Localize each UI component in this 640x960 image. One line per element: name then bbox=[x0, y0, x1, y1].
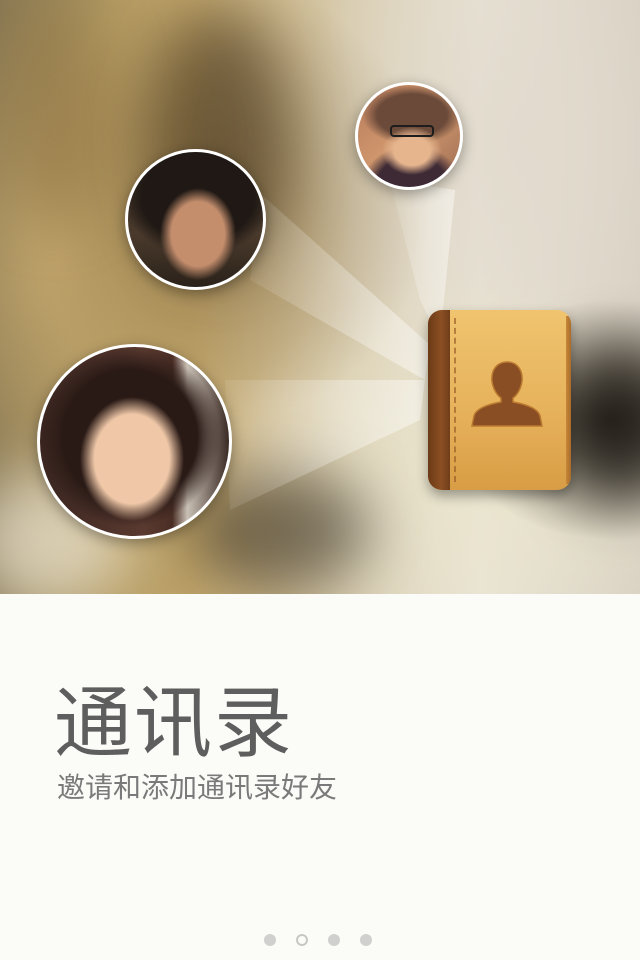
glasses-detail bbox=[390, 125, 434, 137]
person-silhouette-icon bbox=[471, 361, 543, 427]
book-stitch bbox=[454, 318, 456, 482]
friend-avatar bbox=[355, 82, 463, 190]
page-dot-4[interactable] bbox=[360, 934, 372, 946]
page-dot-3[interactable] bbox=[328, 934, 340, 946]
book-spine bbox=[428, 310, 450, 490]
page-indicator bbox=[264, 933, 372, 947]
onboarding-screen: 通讯录 邀请和添加通讯录好友 bbox=[0, 0, 640, 960]
page-dot-2-active[interactable] bbox=[296, 934, 308, 946]
page-dot-1[interactable] bbox=[264, 934, 276, 946]
contacts-book-icon bbox=[428, 310, 571, 490]
friend-avatar bbox=[125, 149, 266, 290]
page-title: 通讯录 bbox=[54, 679, 295, 769]
page-subtitle: 邀请和添加通讯录好友 bbox=[57, 771, 338, 804]
friend-avatar bbox=[37, 344, 232, 539]
hero-illustration bbox=[0, 0, 640, 594]
book-page-edge bbox=[566, 316, 571, 484]
